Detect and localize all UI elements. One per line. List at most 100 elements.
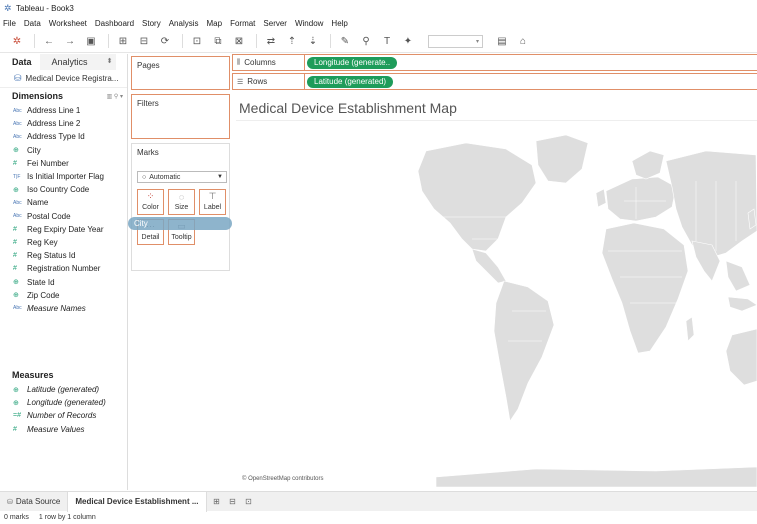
dimension-field[interactable]: Abc Postal Code <box>0 210 127 223</box>
map-canvas[interactable]: © OpenStreetMap contributors <box>236 120 757 488</box>
refresh-icon[interactable]: ⟳ <box>156 32 174 50</box>
dimensions-header: Dimensions ▥ ⚲ ▾ <box>0 88 127 104</box>
mark-type-dropdown[interactable]: ○ Automatic ▼ <box>137 171 227 183</box>
tooltip-label: Tooltip <box>171 234 192 241</box>
fit-dropdown[interactable]: ▾ <box>428 34 483 48</box>
land-madagascar <box>685 316 695 342</box>
filters-card[interactable]: Filters <box>131 94 230 139</box>
geo-field-icon: ⊕ <box>13 147 19 155</box>
redo-icon[interactable]: → <box>61 32 79 50</box>
worksheet-title[interactable]: Medical Device Establishment Map <box>239 100 457 116</box>
status-marks: 0 marks <box>4 514 29 521</box>
labels-icon[interactable]: T <box>378 32 396 50</box>
mark-type-label: Automatic <box>149 173 181 181</box>
rows-label: Rows <box>247 77 268 86</box>
pin-icon[interactable]: ✦ <box>399 32 417 50</box>
dimension-field[interactable]: # Fei Number <box>0 157 127 170</box>
longitude-pill[interactable]: Longitude (generate.. <box>307 56 398 69</box>
dimension-field[interactable]: ⊕ State Id <box>0 275 127 288</box>
measures-header: Measures <box>0 367 127 383</box>
string-field-icon: Abc <box>13 213 22 220</box>
collapse-arrow-icon[interactable]: ⬍ <box>107 54 113 70</box>
menu-help[interactable]: Help <box>331 19 347 28</box>
new-story-icon[interactable]: ⊡ <box>243 497 255 506</box>
columns-shelf[interactable]: ⫼ Columns Longitude (generate.. <box>232 54 757 71</box>
dimension-field[interactable]: Abc Address Type Id <box>0 130 127 143</box>
new-worksheet-icon[interactable]: ⊞ <box>211 497 223 506</box>
menu-file[interactable]: File <box>3 19 16 28</box>
sort-descending-icon[interactable]: ⇣ <box>304 32 322 50</box>
number-field-icon: # <box>13 159 17 167</box>
dimension-field[interactable]: ⊕ City <box>0 144 127 157</box>
undo-icon[interactable]: ← <box>40 32 58 50</box>
dimensions-list: Abc Address Line 1 Abc Address Line 2 Abc Add… <box>0 104 127 315</box>
number-field-icon: # <box>13 225 17 233</box>
measures-list: ⊕ Latitude (generated) ⊕ Longitude (generat… <box>0 383 127 436</box>
duplicate-sheet-icon[interactable]: ⧉ <box>209 32 227 50</box>
datasource-item[interactable]: ⛁ Medical Device Registra... <box>0 70 127 88</box>
dimension-field[interactable]: ⊕ Zip Code <box>0 289 127 302</box>
tableau-logo-icon[interactable]: ✲ <box>8 32 26 50</box>
group-icon[interactable]: ⚲ <box>357 32 375 50</box>
dimension-field[interactable]: Abc Name <box>0 196 127 209</box>
pages-card[interactable]: Pages <box>131 56 230 90</box>
field-label: Address Type Id <box>27 132 85 142</box>
tab-data[interactable]: Data <box>0 54 40 70</box>
show-cards-icon[interactable]: ▤ <box>493 32 511 50</box>
menu-server[interactable]: Server <box>263 19 287 28</box>
tab-data-source[interactable]: ⛁ Data Source <box>0 492 67 512</box>
dimension-field[interactable]: # Reg Status Id <box>0 249 127 262</box>
save-icon[interactable]: ▣ <box>82 32 100 50</box>
measure-field[interactable]: ⊕ Latitude (generated) <box>0 383 127 396</box>
menu-format[interactable]: Format <box>230 19 255 28</box>
cards-column: Pages Filters Marks ○ Automatic ▼ ⁘ Colo… <box>129 54 231 490</box>
measure-field[interactable]: ⊕ Longitude (generated) <box>0 396 127 409</box>
field-label: Fei Number <box>27 158 69 168</box>
dimension-field[interactable]: T|F Is Initial Importer Flag <box>0 170 127 183</box>
dimension-field[interactable]: ⊕ Iso Country Code <box>0 183 127 196</box>
add-datasource-icon[interactable]: ⊞ <box>114 32 132 50</box>
number-field-icon: # <box>13 238 17 246</box>
sheet-tabs-bar: ⛁ Data Source Medical Device Establishme… <box>0 491 757 512</box>
menu-analysis[interactable]: Analysis <box>169 19 199 28</box>
new-dashboard-icon[interactable]: ⊟ <box>227 497 239 506</box>
size-button[interactable]: ◌ Size <box>168 189 195 215</box>
menu-map[interactable]: Map <box>207 19 223 28</box>
swap-icon[interactable]: ⇄ <box>262 32 280 50</box>
datasource-tab-icon: ⛁ <box>7 498 13 506</box>
measure-field[interactable]: =# Number of Records <box>0 409 127 422</box>
toolbar-separator <box>256 34 257 48</box>
menu-dashboard[interactable]: Dashboard <box>95 19 134 28</box>
pause-updates-icon[interactable]: ⊟ <box>135 32 153 50</box>
dimension-field[interactable]: # Registration Number <box>0 262 127 275</box>
tab-sheet[interactable]: Medical Device Establishment ... <box>67 491 207 512</box>
dimension-field[interactable]: # Reg Key <box>0 236 127 249</box>
presentation-icon[interactable]: ⌂ <box>514 32 532 50</box>
dimension-field[interactable]: Abc Address Line 1 <box>0 104 127 117</box>
color-button[interactable]: ⁘ Color <box>137 189 164 215</box>
geo-field-icon: ⊕ <box>13 292 19 300</box>
rows-shelf[interactable]: ☰ Rows Latitude (generated) <box>232 73 757 90</box>
dimension-field[interactable]: # Reg Expiry Date Year <box>0 223 127 236</box>
measure-field[interactable]: # Measure Values <box>0 423 127 436</box>
menu-data[interactable]: Data <box>24 19 41 28</box>
map-attribution[interactable]: © OpenStreetMap contributors <box>242 476 323 482</box>
menu-worksheet[interactable]: Worksheet <box>49 19 87 28</box>
dimension-field[interactable]: Abc Address Line 2 <box>0 117 127 130</box>
latitude-pill[interactable]: Latitude (generated) <box>307 75 394 88</box>
menu-story[interactable]: Story <box>142 19 161 28</box>
dimension-tools-icon[interactable]: ▥ ⚲ ▾ <box>107 93 123 100</box>
tab-analytics[interactable]: Analytics ⬍ <box>39 54 116 70</box>
menu-window[interactable]: Window <box>295 19 323 28</box>
highlight-icon[interactable]: ✎ <box>336 32 354 50</box>
dragged-field-pill[interactable]: City <box>128 217 232 230</box>
clear-sheet-icon[interactable]: ⊠ <box>230 32 248 50</box>
dimension-field[interactable]: Abc Measure Names <box>0 302 127 315</box>
field-label: Registration Number <box>27 264 101 274</box>
label-button[interactable]: ⊤ Label <box>199 189 226 215</box>
sort-ascending-icon[interactable]: ⇡ <box>283 32 301 50</box>
new-worksheet-icon[interactable]: ⊡ <box>188 32 206 50</box>
boolean-field-icon: T|F <box>13 173 21 180</box>
toolbar-separator <box>108 34 109 48</box>
geo-field-icon: ⊕ <box>13 386 19 394</box>
